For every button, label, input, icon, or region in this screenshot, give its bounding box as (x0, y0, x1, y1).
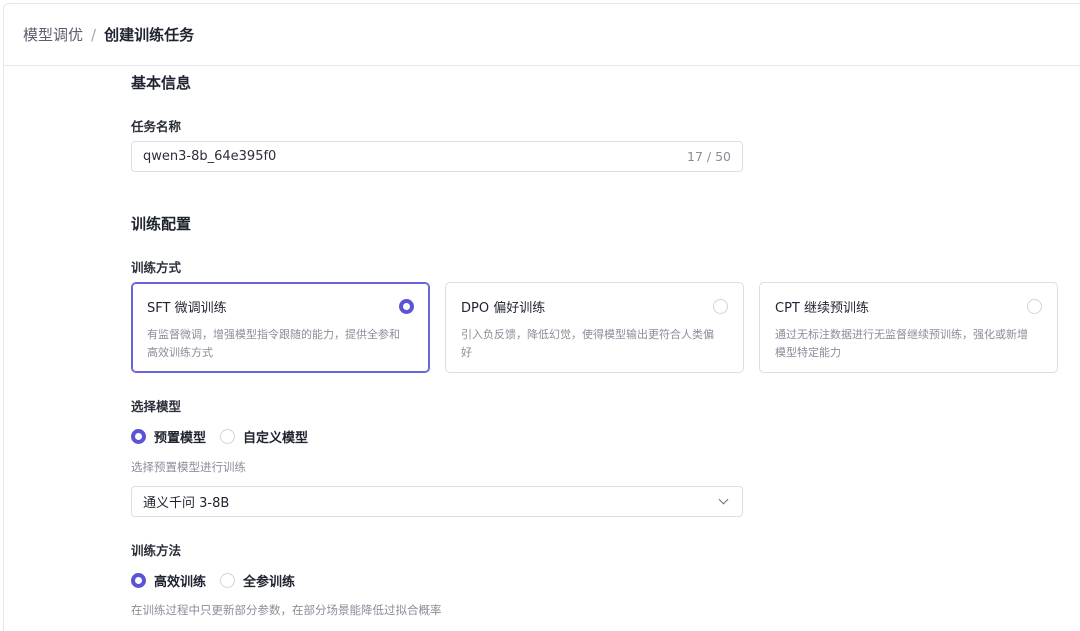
mode-card-desc: 通过无标注数据进行无监督继续预训练，强化或新增模型特定能力 (775, 328, 1028, 359)
task-name-label: 任务名称 (131, 119, 182, 134)
model-hint: 选择预置模型进行训练 (131, 460, 246, 474)
radio-option-label: 自定义模型 (243, 431, 309, 446)
task-name-counter: 17 / 50 (687, 149, 731, 164)
radio-unselected-icon[interactable] (1027, 299, 1042, 314)
mode-card-cpt[interactable]: CPT 继续预训练 通过无标注数据进行无监督继续预训练，强化或新增模型特定能力 (759, 282, 1058, 373)
breadcrumb-separator: / (91, 25, 97, 44)
mode-card-desc: 引入负反馈，降低幻觉，使得模型输出更符合人类偏好 (461, 328, 714, 359)
mode-card-desc: 有监督微调，增强模型指令跟随的能力，提供全参和高效训练方式 (147, 328, 400, 359)
mode-card-title: DPO 偏好训练 (461, 301, 546, 316)
task-name-input[interactable]: qwen3-8b_64e395f0 17 / 50 (131, 141, 743, 172)
radio-option-label: 高效训练 (154, 575, 207, 590)
chevron-down-icon (718, 494, 729, 505)
radio-option-label: 预置模型 (154, 431, 207, 446)
section-title-config: 训练配置 (131, 215, 192, 233)
radio-option-label: 全参训练 (243, 575, 296, 590)
select-model-label: 选择模型 (131, 399, 182, 414)
task-name-value: qwen3-8b_64e395f0 (143, 149, 277, 164)
breadcrumb-parent-link[interactable]: 模型调优 (23, 24, 83, 45)
radio-unselected-icon[interactable] (220, 429, 236, 444)
mode-card-title: SFT 微调训练 (147, 301, 227, 316)
training-method-label: 训练方法 (131, 543, 182, 558)
radio-selected-icon[interactable] (399, 299, 414, 314)
training-mode-label: 训练方式 (131, 260, 182, 275)
radio-unselected-icon[interactable] (220, 573, 236, 588)
training-method-hint: 在训练过程中只更新部分参数，在部分场景能降低过拟合概率 (131, 603, 442, 617)
page-frame: 模型调优 / 创建训练任务 基本信息 任务名称 qwen3-8b_64e395f… (3, 3, 1080, 631)
breadcrumb-current: 创建训练任务 (104, 26, 195, 44)
mode-card-title: CPT 继续预训练 (775, 301, 869, 316)
model-select-value: 通义千问 3-8B (143, 496, 230, 511)
radio-option-efficient-training[interactable]: 高效训练 (131, 571, 206, 590)
radio-option-preset-model[interactable]: 预置模型 (131, 427, 206, 446)
breadcrumb: 模型调优 / 创建训练任务 (4, 4, 1080, 66)
model-select[interactable]: 通义千问 3-8B (131, 486, 743, 517)
radio-selected-icon[interactable] (131, 573, 146, 588)
mode-card-sft[interactable]: SFT 微调训练 有监督微调，增强模型指令跟随的能力，提供全参和高效训练方式 (131, 282, 430, 373)
radio-unselected-icon[interactable] (713, 299, 728, 314)
model-source-radio-group: 预置模型 自定义模型 (131, 427, 322, 446)
mode-card-dpo[interactable]: DPO 偏好训练 引入负反馈，降低幻觉，使得模型输出更符合人类偏好 (445, 282, 744, 373)
training-method-radio-group: 高效训练 全参训练 (131, 571, 309, 590)
radio-option-full-training[interactable]: 全参训练 (220, 571, 295, 590)
radio-selected-icon[interactable] (131, 429, 146, 444)
radio-option-custom-model[interactable]: 自定义模型 (220, 427, 308, 446)
section-title-basic: 基本信息 (131, 74, 192, 92)
